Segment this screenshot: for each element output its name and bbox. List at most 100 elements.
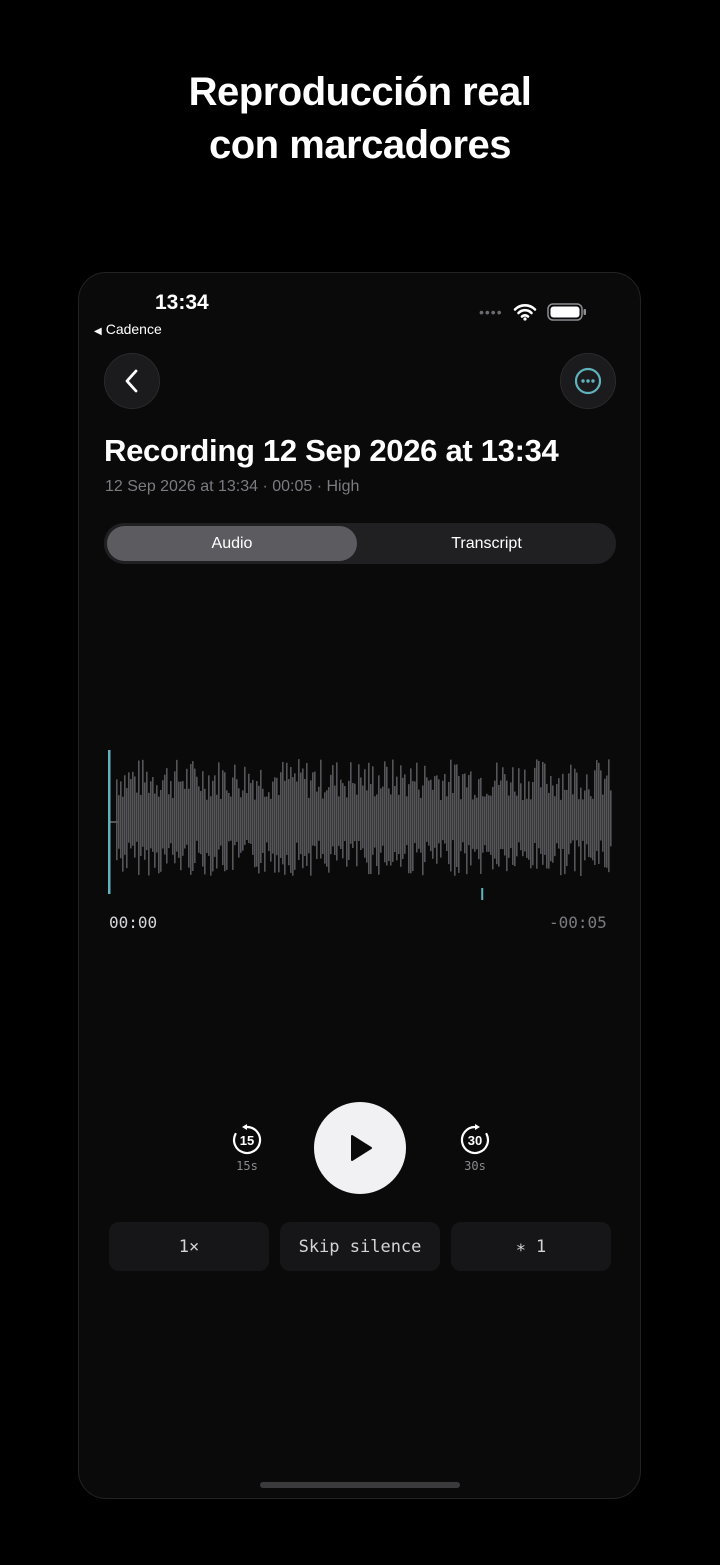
waveform-bar: [566, 789, 568, 867]
waveform-bar: [516, 795, 518, 857]
waveform-bar: [476, 797, 478, 850]
waveform-bar: [380, 788, 382, 853]
waveform-bar: [356, 794, 358, 867]
waveform-bar: [224, 772, 226, 872]
waveform-bar: [564, 789, 566, 875]
waveform-bar: [170, 781, 172, 844]
waveform-bar: [462, 774, 464, 843]
waveform-bar: [146, 771, 148, 851]
waveform-bar: [238, 788, 240, 858]
play-button[interactable]: [314, 1102, 406, 1194]
waveform-bar: [298, 759, 300, 860]
waveform-bar: [490, 795, 492, 855]
waveform-bar: [598, 762, 600, 864]
waveform-bar: [572, 794, 574, 841]
waveform-bar: [450, 759, 452, 872]
waveform-bar: [408, 784, 410, 874]
view-segmented-control: Audio Transcript: [104, 523, 616, 564]
waveform-bar: [492, 786, 494, 870]
waveform-bar: [520, 783, 522, 851]
waveform-bar: [394, 785, 396, 853]
waveform-bar: [124, 775, 126, 855]
waveform-bar: [528, 781, 530, 860]
waveform-bar: [588, 789, 590, 858]
phone-screen: 13:34 ◀Cadence •••• Recording 12 Sep 20: [78, 272, 641, 1499]
home-indicator[interactable]: [260, 1482, 460, 1488]
tab-audio[interactable]: Audio: [107, 526, 357, 561]
skip-silence-toggle[interactable]: Skip silence: [280, 1222, 440, 1271]
waveform-bar: [152, 777, 154, 852]
waveform-bar: [300, 772, 302, 855]
waveform-bar: [596, 760, 598, 851]
waveform-bar: [522, 799, 524, 857]
waveform-bar: [484, 796, 486, 846]
playhead[interactable]: [108, 750, 111, 894]
bookmarks-button[interactable]: * 1: [451, 1222, 611, 1271]
bookmark-count: 1: [536, 1236, 547, 1257]
skip-back-button[interactable]: 15 15s: [217, 1123, 277, 1173]
playback-speed-button[interactable]: 1×: [109, 1222, 269, 1271]
tab-transcript[interactable]: Transcript: [360, 526, 613, 561]
waveform-bar: [260, 769, 262, 864]
waveform-bar: [266, 796, 268, 843]
waveform-bar: [366, 790, 368, 863]
waveform-bar: [542, 761, 544, 865]
waveform-bar: [610, 790, 612, 847]
waveform-bar: [306, 762, 308, 866]
waveform-bar: [302, 768, 304, 869]
waveform-bar: [386, 766, 388, 866]
waveform-bar: [158, 796, 160, 874]
waveform-bar: [180, 781, 182, 871]
waveform-bar: [458, 776, 460, 873]
waveform-bar: [120, 781, 122, 859]
back-button[interactable]: [104, 353, 160, 409]
waveform-bar: [234, 764, 236, 846]
waveform-bar: [184, 788, 186, 849]
waveform-bar: [418, 789, 420, 849]
skip-forward-button[interactable]: 30 30s: [445, 1123, 505, 1173]
waveform-bar: [160, 789, 162, 872]
waveform-bar: [150, 781, 152, 849]
waveform-bar: [312, 772, 314, 846]
waveform-bar: [190, 763, 192, 875]
waveform-bar: [192, 761, 194, 871]
waveform-bar: [286, 762, 288, 855]
waveform-bar: [340, 779, 342, 850]
waveform-bar: [540, 787, 542, 854]
waveform-bar: [166, 768, 168, 864]
waveform-bar: [402, 777, 404, 859]
waveform-bar: [162, 780, 164, 849]
waveform-bar: [272, 781, 274, 854]
waveform-bar: [382, 786, 384, 846]
waveform-bar: [186, 768, 188, 845]
waveform-bar: [478, 779, 480, 860]
waveform-bar: [134, 776, 136, 858]
bookmark-star-icon: *: [515, 1240, 526, 1261]
waveform-lead-line: [110, 821, 118, 823]
waveform-bar: [442, 780, 444, 841]
waveform-bar: [342, 783, 344, 859]
bookmark-marker[interactable]: [481, 888, 484, 900]
waveform-bar: [568, 773, 570, 855]
waveform-bar: [372, 766, 374, 855]
waveform-bar: [422, 785, 424, 876]
waveform-bar: [396, 776, 398, 861]
elapsed-time: 00:00: [109, 913, 158, 932]
waveform-bar: [218, 762, 220, 850]
status-time: 13:34: [155, 291, 209, 314]
waveform-bar: [538, 760, 540, 849]
waveform-bar: [378, 775, 380, 875]
waveform-bar: [480, 777, 482, 874]
waveform-bar: [370, 783, 372, 875]
waveform-bar: [558, 778, 560, 849]
waveform-bar: [524, 769, 526, 852]
more-options-button[interactable]: [560, 353, 616, 409]
back-to-app-link[interactable]: ◀ Cadence: [94, 321, 162, 337]
waveform-bar: [512, 767, 514, 865]
waveform-bar: [376, 794, 378, 867]
audio-waveform[interactable]: [104, 738, 616, 903]
waveform-bar: [460, 799, 462, 852]
waveform-bar: [140, 794, 142, 856]
waveform-bar: [156, 785, 158, 853]
waveform-bar: [374, 796, 376, 848]
